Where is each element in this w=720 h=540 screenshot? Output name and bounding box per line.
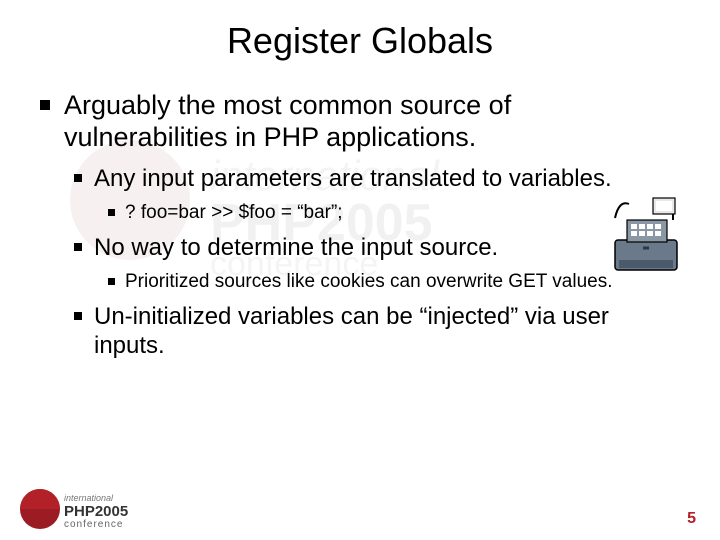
logo-text-top: international: [64, 493, 114, 503]
cash-register-icon: [605, 190, 690, 280]
list-item: Any input parameters are translated to v…: [74, 164, 680, 225]
square-bullet-icon: [74, 312, 82, 320]
list-item: Prioritized sources like cookies can ove…: [108, 270, 680, 294]
square-bullet-icon: [74, 174, 82, 182]
bullet-list: Arguably the most common source of vulne…: [40, 90, 680, 360]
page-number: 5: [687, 510, 696, 528]
footer-logo: international PHP2005 conference: [18, 488, 158, 530]
list-item: Arguably the most common source of vulne…: [40, 90, 680, 360]
bullet-text: Any input parameters are translated to v…: [94, 164, 680, 193]
bullet-text: ? foo=bar >> $foo = “bar”;: [125, 201, 680, 225]
list-item: Un-initialized variables can be “injecte…: [74, 302, 680, 361]
logo-text-mid: PHP2005: [64, 503, 128, 520]
square-bullet-icon: [74, 243, 82, 251]
bullet-text: No way to determine the input source.: [94, 233, 680, 262]
slide-title: Register Globals: [40, 20, 680, 62]
logo-text-bot: conference: [64, 519, 123, 530]
slide: Register Globals Arguably the most commo…: [0, 0, 720, 540]
bullet-text: Prioritized sources like cookies can ove…: [125, 270, 680, 294]
list-item: No way to determine the input source. Pr…: [74, 233, 680, 294]
bullet-text: Un-initialized variables can be “injecte…: [94, 302, 680, 361]
square-bullet-icon: [108, 278, 115, 285]
list-item: ? foo=bar >> $foo = “bar”;: [108, 201, 680, 225]
square-bullet-icon: [40, 100, 50, 110]
bullet-text: Arguably the most common source of vulne…: [64, 90, 680, 154]
square-bullet-icon: [108, 209, 115, 216]
